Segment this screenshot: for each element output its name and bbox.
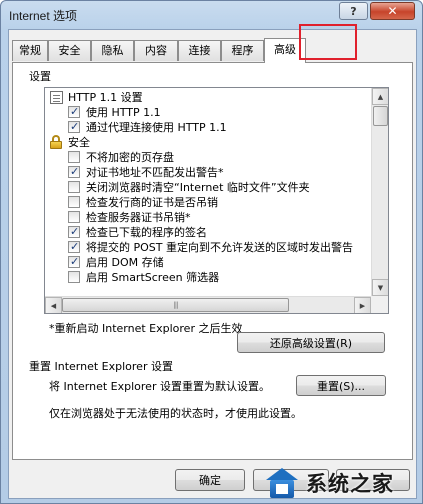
help-button[interactable]: ? <box>339 2 368 20</box>
checkbox-label: 检查服务器证书吊销* <box>86 211 191 224</box>
checkbox[interactable] <box>68 271 80 283</box>
help-icon: ? <box>350 4 357 18</box>
settings-tree[interactable]: HTTP 1.1 设置 使用 HTTP 1.1 通过代理连接使用 HTTP 1.… <box>44 87 389 314</box>
house-logo-icon <box>262 466 302 500</box>
reset-button[interactable]: 重置(S)... <box>296 375 386 396</box>
button-label: 还原高级设置(R) <box>269 336 353 350</box>
checkbox-label: 不将加密的页存盘 <box>86 151 174 164</box>
scroll-up-icon[interactable]: ▲ <box>372 88 388 105</box>
checkbox-label: 对证书地址不匹配发出警告* <box>86 166 224 179</box>
reset-description: 将 Internet Explorer 设置重置为默认设置。 <box>49 380 270 393</box>
section-label: HTTP 1.1 设置 <box>68 91 143 104</box>
checkbox-label: 检查发行商的证书是否吊销 <box>86 196 218 209</box>
checkbox-label: 启用 DOM 存储 <box>86 256 164 269</box>
reset-note: 仅在浏览器处于无法使用的状态时，才使用此设置。 <box>49 407 302 420</box>
window-title: Internet 选项 <box>9 9 78 23</box>
vertical-scrollbar[interactable]: ▲ ▼ <box>371 88 388 296</box>
scrollbar-corner <box>371 296 388 313</box>
watermark-text: 系统之家 <box>306 472 394 496</box>
checkbox[interactable] <box>68 239 80 254</box>
checkbox-label: 关闭浏览器时清空“Internet 临时文件”文件夹 <box>86 181 310 194</box>
horizontal-scroll-thumb[interactable]: ||| <box>62 298 289 312</box>
checkbox[interactable] <box>68 104 80 119</box>
scroll-right-icon[interactable]: ▶ <box>354 297 371 313</box>
tab-advanced[interactable]: 高级 <box>264 38 306 63</box>
restart-note: *重新启动 Internet Explorer 之后生效 <box>49 322 243 335</box>
button-label: 重置(S)... <box>316 379 366 393</box>
checkbox[interactable] <box>68 254 80 269</box>
checkbox-label: 通过代理连接使用 HTTP 1.1 <box>86 121 227 134</box>
settings-list: HTTP 1.1 设置 使用 HTTP 1.1 通过代理连接使用 HTTP 1.… <box>45 88 371 296</box>
section-label: 安全 <box>68 136 90 149</box>
tab-label: 高级 <box>274 43 296 56</box>
reset-heading: 重置 Internet Explorer 设置 <box>29 360 173 373</box>
checkbox[interactable] <box>68 151 80 163</box>
tab-label: 内容 <box>145 44 167 57</box>
tab-label: 常规 <box>19 44 41 57</box>
checkbox-label: 使用 HTTP 1.1 <box>86 106 161 119</box>
horizontal-scrollbar[interactable]: ◀ ||| ▶ <box>45 296 371 313</box>
checkbox-label: 将提交的 POST 重定向到不允许发送的区域时发出警告 <box>86 241 353 254</box>
watermark: 系统之家 <box>262 462 423 504</box>
checkbox-label: 启用 SmartScreen 筛选器 <box>86 271 220 284</box>
settings-group-label: 设置 <box>29 70 51 83</box>
tab-security[interactable]: 安全 <box>48 40 91 61</box>
tab-label: 隐私 <box>101 44 124 57</box>
tab-content[interactable]: 内容 <box>134 40 178 61</box>
tab-programs[interactable]: 程序 <box>221 40 264 61</box>
scroll-left-icon[interactable]: ◀ <box>45 297 62 313</box>
tab-privacy[interactable]: 隐私 <box>91 40 134 61</box>
checkbox-label: 检查已下载的程序的签名 <box>86 226 207 239</box>
tab-label: 安全 <box>58 44 81 57</box>
restore-advanced-settings-button[interactable]: 还原高级设置(R) <box>237 332 385 353</box>
tab-general[interactable]: 常规 <box>12 40 48 61</box>
tab-strip: 常规 安全 隐私 内容 连接 程序 高级 <box>12 38 412 63</box>
scroll-down-icon[interactable]: ▼ <box>372 279 388 296</box>
checkbox[interactable] <box>68 181 80 193</box>
title-bar[interactable]: Internet 选项 ? ✕ <box>1 1 422 29</box>
lock-icon <box>49 135 63 149</box>
ok-button[interactable]: 确定 <box>175 469 245 491</box>
tab-connections[interactable]: 连接 <box>178 40 221 61</box>
button-label: 确定 <box>199 474 221 487</box>
tab-label: 连接 <box>188 44 211 57</box>
internet-options-window: Internet 选项 ? ✕ 常规 安全 隐私 内容 连接 程序 高级 设置 … <box>0 0 423 504</box>
checkbox[interactable] <box>68 211 80 223</box>
checkbox[interactable] <box>68 119 80 134</box>
checkbox[interactable] <box>68 224 80 239</box>
checkbox[interactable] <box>68 196 80 208</box>
dialog-client-area: 常规 安全 隐私 内容 连接 程序 高级 设置 HTTP 1.1 设置 使用 H… <box>8 24 417 499</box>
vertical-scroll-thumb[interactable] <box>373 106 388 126</box>
close-button[interactable]: ✕ <box>370 2 415 20</box>
close-icon: ✕ <box>387 4 398 18</box>
document-icon <box>50 91 63 104</box>
checkbox[interactable] <box>68 164 80 179</box>
tab-label: 程序 <box>231 44 254 57</box>
